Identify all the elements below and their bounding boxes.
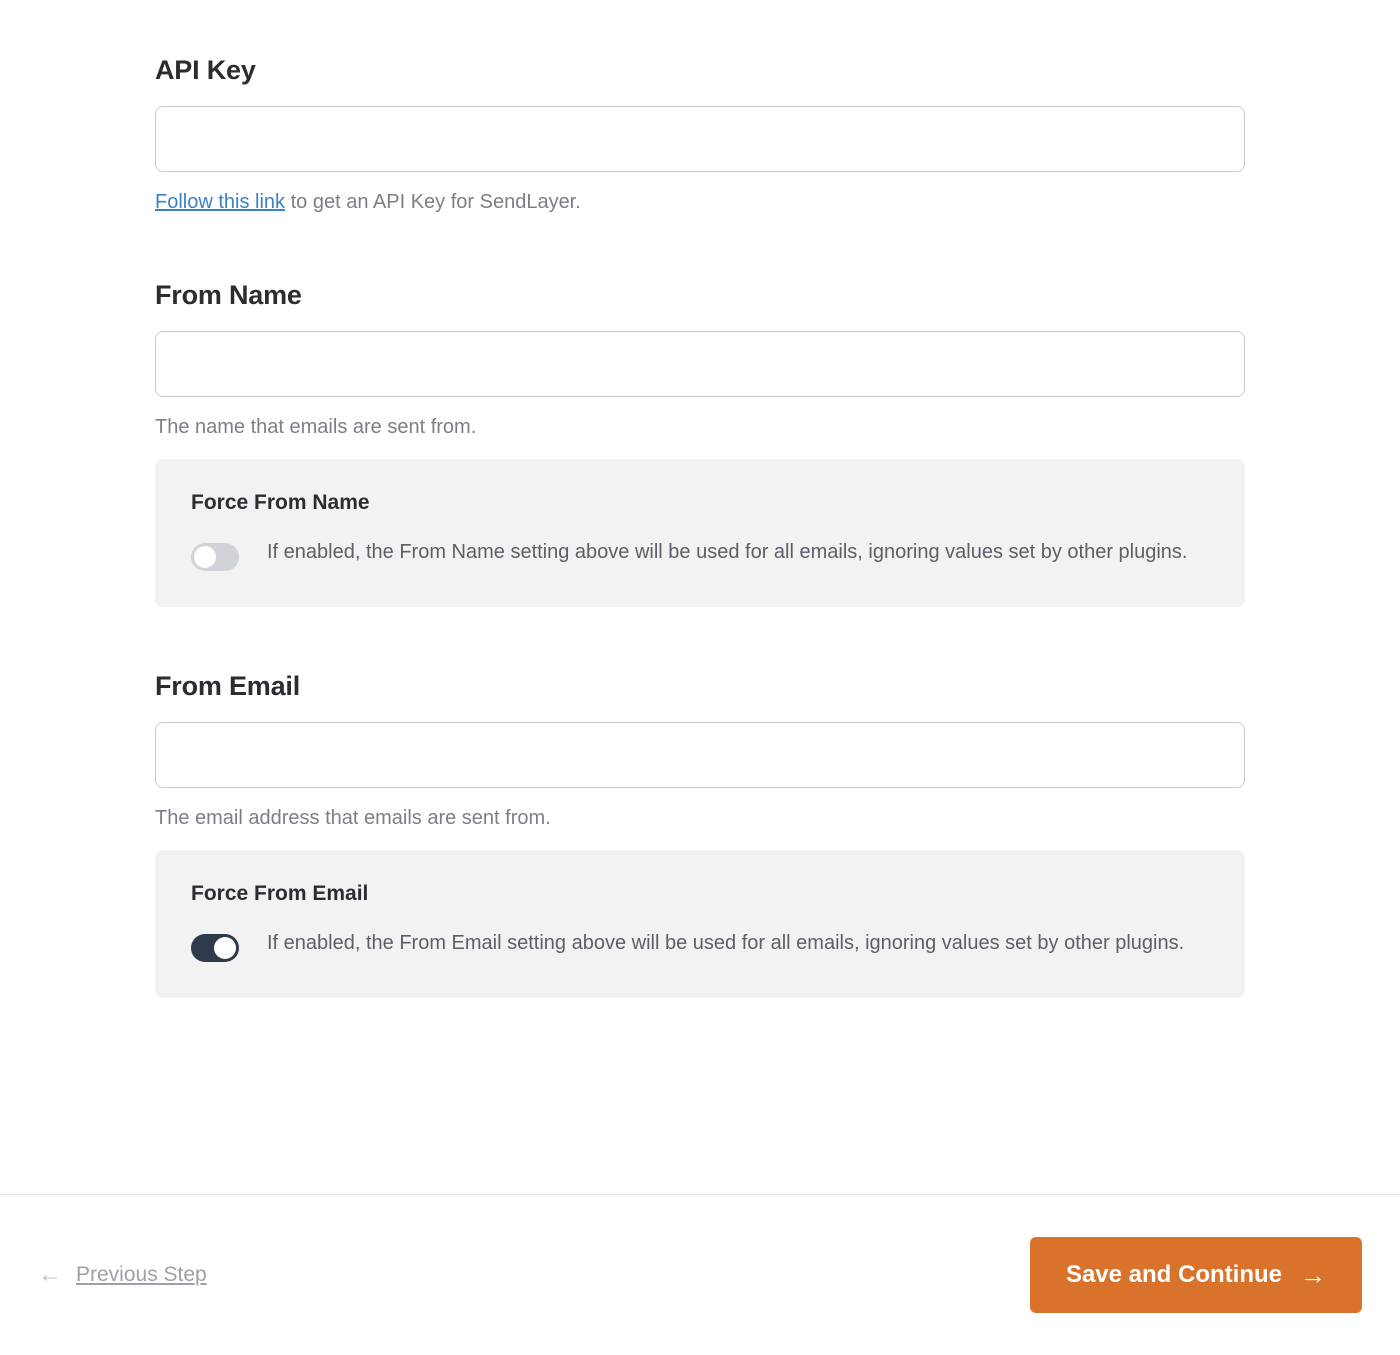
api-key-input[interactable] — [155, 106, 1245, 172]
api-key-label: API Key — [155, 55, 1245, 86]
force-from-name-toggle[interactable] — [191, 543, 239, 571]
force-from-email-description: If enabled, the From Email setting above… — [267, 928, 1184, 959]
arrow-right-icon: → — [1300, 1262, 1326, 1288]
force-from-name-panel: Force From Name If enabled, the From Nam… — [155, 459, 1245, 607]
from-name-section: From Name The name that emails are sent … — [155, 280, 1245, 607]
from-email-helper: The email address that emails are sent f… — [155, 804, 1245, 832]
previous-step-link[interactable]: ← Previous Step — [38, 1261, 207, 1289]
from-name-label: From Name — [155, 280, 1245, 311]
arrow-left-icon: ← — [38, 1261, 62, 1289]
api-key-section: API Key Follow this link to get an API K… — [155, 55, 1245, 216]
from-email-label: From Email — [155, 671, 1245, 702]
from-email-section: From Email The email address that emails… — [155, 671, 1245, 998]
force-from-name-description: If enabled, the From Name setting above … — [267, 537, 1188, 568]
force-from-name-title: Force From Name — [191, 491, 1209, 515]
api-key-link[interactable]: Follow this link — [155, 191, 285, 213]
from-name-helper: The name that emails are sent from. — [155, 413, 1245, 441]
previous-step-label: Previous Step — [76, 1263, 207, 1287]
api-key-helper: Follow this link to get an API Key for S… — [155, 188, 1245, 216]
toggle-knob — [214, 937, 236, 959]
force-from-email-panel: Force From Email If enabled, the From Em… — [155, 850, 1245, 998]
force-from-email-title: Force From Email — [191, 882, 1209, 906]
api-key-helper-suffix: to get an API Key for SendLayer. — [285, 191, 581, 213]
from-name-input[interactable] — [155, 331, 1245, 397]
toggle-knob — [194, 546, 216, 568]
footer-bar: ← Previous Step Save and Continue → — [0, 1194, 1400, 1355]
from-email-input[interactable] — [155, 722, 1245, 788]
save-continue-label: Save and Continue — [1066, 1261, 1282, 1289]
force-from-email-toggle[interactable] — [191, 934, 239, 962]
save-continue-button[interactable]: Save and Continue → — [1030, 1237, 1362, 1313]
